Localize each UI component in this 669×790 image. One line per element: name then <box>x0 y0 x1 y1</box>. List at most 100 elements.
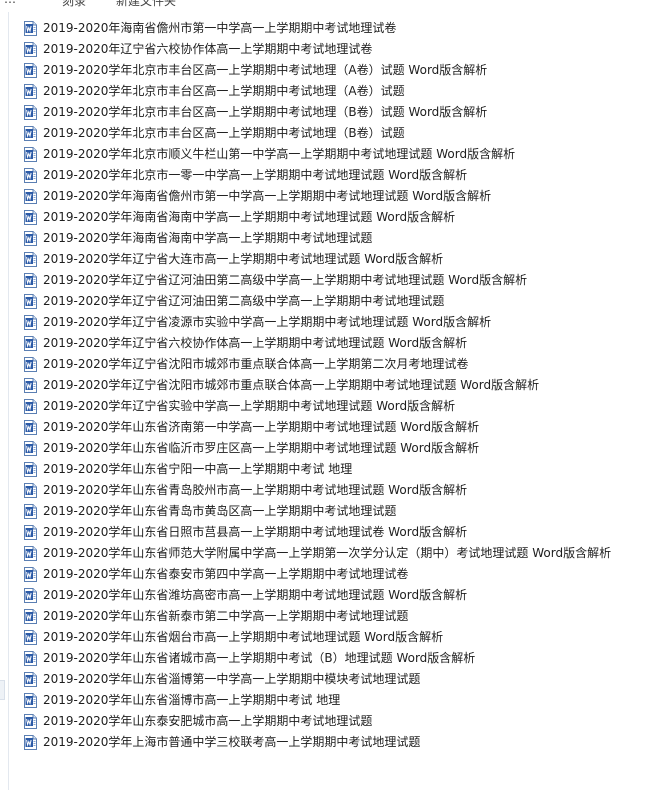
toolbar-item-partial[interactable]: … <box>4 0 16 6</box>
file-name: 2019-2020学年辽宁省实验中学高一上学期期中考试地理试题 Word版含解析 <box>43 399 456 413</box>
file-item[interactable]: 2019-2020年海南省儋州市第一中学高一上学期期中考试地理试卷 <box>24 18 611 39</box>
toolbar-item-partial[interactable]: 新建文件夹 <box>116 0 176 9</box>
file-item[interactable]: 2019-2020学年海南省海南中学高一上学期期中考试地理试题 Word版含解析 <box>24 207 611 228</box>
word-document-icon <box>24 378 37 393</box>
file-name: 2019-2020学年北京市一零一中学高一上学期期中考试地理试题 Word版含解… <box>43 168 468 182</box>
file-name: 2019-2020学年山东省淄博市高一上学期期中考试 地理 <box>43 693 341 707</box>
word-document-icon <box>24 714 37 729</box>
file-item[interactable]: 2019-2020学年山东省诸城市高一上学期期中考试（B）地理试题 Word版含… <box>24 648 611 669</box>
word-document-icon <box>24 651 37 666</box>
word-document-icon <box>24 399 37 414</box>
word-document-icon <box>24 546 37 561</box>
file-item[interactable]: 2019-2020学年山东省师范大学附属中学高一上学期第一次学分认定（期中）考试… <box>24 543 611 564</box>
word-document-icon <box>24 336 37 351</box>
file-item[interactable]: 2019-2020学年山东省宁阳一中高一上学期期中考试 地理 <box>24 459 611 480</box>
word-document-icon <box>24 525 37 540</box>
word-document-icon <box>24 126 37 141</box>
file-item[interactable]: 2019-2020学年海南省儋州市第一中学高一上学期期中考试地理试题 Word版… <box>24 186 611 207</box>
word-document-icon <box>24 693 37 708</box>
file-item[interactable]: 2019-2020学年辽宁省实验中学高一上学期期中考试地理试题 Word版含解析 <box>24 396 611 417</box>
file-name: 2019-2020学年山东省宁阳一中高一上学期期中考试 地理 <box>43 462 353 476</box>
file-item[interactable]: 2019-2020学年北京市一零一中学高一上学期期中考试地理试题 Word版含解… <box>24 165 611 186</box>
word-document-icon <box>24 483 37 498</box>
file-item[interactable]: 2019-2020学年山东省青岛胶州市高一上学期期中考试地理试题 Word版含解… <box>24 480 611 501</box>
toolbar-item-partial[interactable]: 刻录 <box>62 0 86 9</box>
file-item[interactable]: 2019-2020学年辽宁省辽河油田第二高级中学高一上学期期中考试地理试题 Wo… <box>24 270 611 291</box>
file-item[interactable]: 2019-2020学年山东省烟台市高一上学期期中考试地理试题 Word版含解析 <box>24 627 611 648</box>
file-name: 2019-2020学年辽宁省大连市高一上学期期中考试地理试题 Word版含解析 <box>43 252 444 266</box>
file-item[interactable]: 2019-2020学年山东省日照市莒县高一上学期期中考试地理试卷 Word版含解… <box>24 522 611 543</box>
word-document-icon <box>24 210 37 225</box>
toolbar-strip: … 刻录 新建文件夹 <box>0 0 669 12</box>
word-document-icon <box>24 168 37 183</box>
file-item[interactable]: 2019-2020学年山东省新泰市第二中学高一上学期期中考试地理试题 <box>24 606 611 627</box>
file-name: 2019-2020学年海南省儋州市第一中学高一上学期期中考试地理试题 Word版… <box>43 189 492 203</box>
file-name: 2019-2020年海南省儋州市第一中学高一上学期期中考试地理试卷 <box>43 21 397 35</box>
file-item[interactable]: 2019-2020学年山东泰安肥城市高一上学期期中考试地理试题 <box>24 711 611 732</box>
file-item[interactable]: 2019-2020学年山东省泰安市第四中学高一上学期期中考试地理试卷 <box>24 564 611 585</box>
file-name: 2019-2020学年辽宁省辽河油田第二高级中学高一上学期期中考试地理试题 <box>43 294 445 308</box>
pane-scroll-marker[interactable] <box>0 680 5 700</box>
file-name: 2019-2020学年北京市顺义牛栏山第一中学高一上学期期中考试地理试题 Wor… <box>43 147 516 161</box>
file-name: 2019-2020学年山东省日照市莒县高一上学期期中考试地理试卷 Word版含解… <box>43 525 468 539</box>
word-document-icon <box>24 42 37 57</box>
word-document-icon <box>24 357 37 372</box>
file-item[interactable]: 2019-2020学年北京市丰台区高一上学期期中考试地理（B卷）试题 Word版… <box>24 102 611 123</box>
word-document-icon <box>24 567 37 582</box>
file-item[interactable]: 2019-2020学年北京市丰台区高一上学期期中考试地理（B卷）试题 <box>24 123 611 144</box>
word-document-icon <box>24 504 37 519</box>
file-item[interactable]: 2019-2020学年辽宁省大连市高一上学期期中考试地理试题 Word版含解析 <box>24 249 611 270</box>
file-name: 2019-2020学年辽宁省沈阳市城郊市重点联合体高一上学期期中考试地理试题 W… <box>43 378 540 392</box>
file-name: 2019-2020学年山东省新泰市第二中学高一上学期期中考试地理试题 <box>43 609 409 623</box>
file-name: 2019-2020学年辽宁省辽河油田第二高级中学高一上学期期中考试地理试题 Wo… <box>43 273 528 287</box>
file-name: 2019-2020学年海南省海南中学高一上学期期中考试地理试题 <box>43 231 373 245</box>
file-name: 2019-2020年辽宁省六校协作体高一上学期期中考试地理试卷 <box>43 42 373 56</box>
word-document-icon <box>24 420 37 435</box>
file-item[interactable]: 2019-2020学年山东省青岛市黄岛区高一上学期期中考试地理试题 <box>24 501 611 522</box>
file-name: 2019-2020学年山东省师范大学附属中学高一上学期第一次学分认定（期中）考试… <box>43 546 612 560</box>
file-item[interactable]: 2019-2020学年山东省淄博第一中学高一上学期期中模块考试地理试题 <box>24 669 611 690</box>
file-item[interactable]: 2019-2020学年海南省海南中学高一上学期期中考试地理试题 <box>24 228 611 249</box>
file-name: 2019-2020学年辽宁省凌源市实验中学高一上学期期中考试地理试题 Word版… <box>43 315 492 329</box>
word-document-icon <box>24 63 37 78</box>
file-name: 2019-2020学年山东省临沂市罗庄区高一上学期期中考试地理试题 Word版含… <box>43 441 480 455</box>
file-name: 2019-2020学年山东省诸城市高一上学期期中考试（B）地理试题 Word版含… <box>43 651 476 665</box>
file-name: 2019-2020学年辽宁省六校协作体高一上学期期中考试地理试题 Word版含解… <box>43 336 468 350</box>
file-item[interactable]: 2019-2020学年辽宁省辽河油田第二高级中学高一上学期期中考试地理试题 <box>24 291 611 312</box>
file-item[interactable]: 2019-2020学年山东省潍坊高密市高一上学期期中考试地理试题 Word版含解… <box>24 585 611 606</box>
navigation-pane[interactable] <box>0 12 9 790</box>
file-item[interactable]: 2019-2020学年北京市丰台区高一上学期期中考试地理（A卷）试题 <box>24 81 611 102</box>
file-item[interactable]: 2019-2020学年辽宁省沈阳市城郊市重点联合体高一上学期期中考试地理试题 W… <box>24 375 611 396</box>
word-document-icon <box>24 84 37 99</box>
word-document-icon <box>24 147 37 162</box>
file-name: 2019-2020学年山东省济南第一中学高一上学期期中考试地理试题 Word版含… <box>43 420 480 434</box>
file-name: 2019-2020学年上海市普通中学三校联考高一上学期期中考试地理试题 <box>43 735 421 749</box>
file-name: 2019-2020学年山东泰安肥城市高一上学期期中考试地理试题 <box>43 714 373 728</box>
file-name: 2019-2020学年山东省烟台市高一上学期期中考试地理试题 Word版含解析 <box>43 630 444 644</box>
word-document-icon <box>24 21 37 36</box>
file-item[interactable]: 2019-2020学年山东省淄博市高一上学期期中考试 地理 <box>24 690 611 711</box>
file-name: 2019-2020学年北京市丰台区高一上学期期中考试地理（A卷）试题 Word版… <box>43 63 488 77</box>
word-document-icon <box>24 441 37 456</box>
file-item[interactable]: 2019-2020学年上海市普通中学三校联考高一上学期期中考试地理试题 <box>24 732 611 753</box>
file-item[interactable]: 2019-2020年辽宁省六校协作体高一上学期期中考试地理试卷 <box>24 39 611 60</box>
file-item[interactable]: 2019-2020学年辽宁省沈阳市城郊市重点联合体高一上学期第二次月考地理试卷 <box>24 354 611 375</box>
file-item[interactable]: 2019-2020学年辽宁省凌源市实验中学高一上学期期中考试地理试题 Word版… <box>24 312 611 333</box>
word-document-icon <box>24 462 37 477</box>
word-document-icon <box>24 735 37 750</box>
file-name: 2019-2020学年山东省泰安市第四中学高一上学期期中考试地理试卷 <box>43 567 409 581</box>
file-name: 2019-2020学年山东省淄博第一中学高一上学期期中模块考试地理试题 <box>43 672 421 686</box>
file-item[interactable]: 2019-2020学年辽宁省六校协作体高一上学期期中考试地理试题 Word版含解… <box>24 333 611 354</box>
file-item[interactable]: 2019-2020学年山东省临沂市罗庄区高一上学期期中考试地理试题 Word版含… <box>24 438 611 459</box>
file-item[interactable]: 2019-2020学年北京市丰台区高一上学期期中考试地理（A卷）试题 Word版… <box>24 60 611 81</box>
word-document-icon <box>24 252 37 267</box>
file-name: 2019-2020学年海南省海南中学高一上学期期中考试地理试题 Word版含解析 <box>43 210 456 224</box>
file-name: 2019-2020学年北京市丰台区高一上学期期中考试地理（B卷）试题 <box>43 126 405 140</box>
word-document-icon <box>24 273 37 288</box>
file-item[interactable]: 2019-2020学年北京市顺义牛栏山第一中学高一上学期期中考试地理试题 Wor… <box>24 144 611 165</box>
file-name: 2019-2020学年山东省青岛市黄岛区高一上学期期中考试地理试题 <box>43 504 397 518</box>
file-item[interactable]: 2019-2020学年山东省济南第一中学高一上学期期中考试地理试题 Word版含… <box>24 417 611 438</box>
word-document-icon <box>24 105 37 120</box>
word-document-icon <box>24 231 37 246</box>
file-name: 2019-2020学年辽宁省沈阳市城郊市重点联合体高一上学期第二次月考地理试卷 <box>43 357 469 371</box>
